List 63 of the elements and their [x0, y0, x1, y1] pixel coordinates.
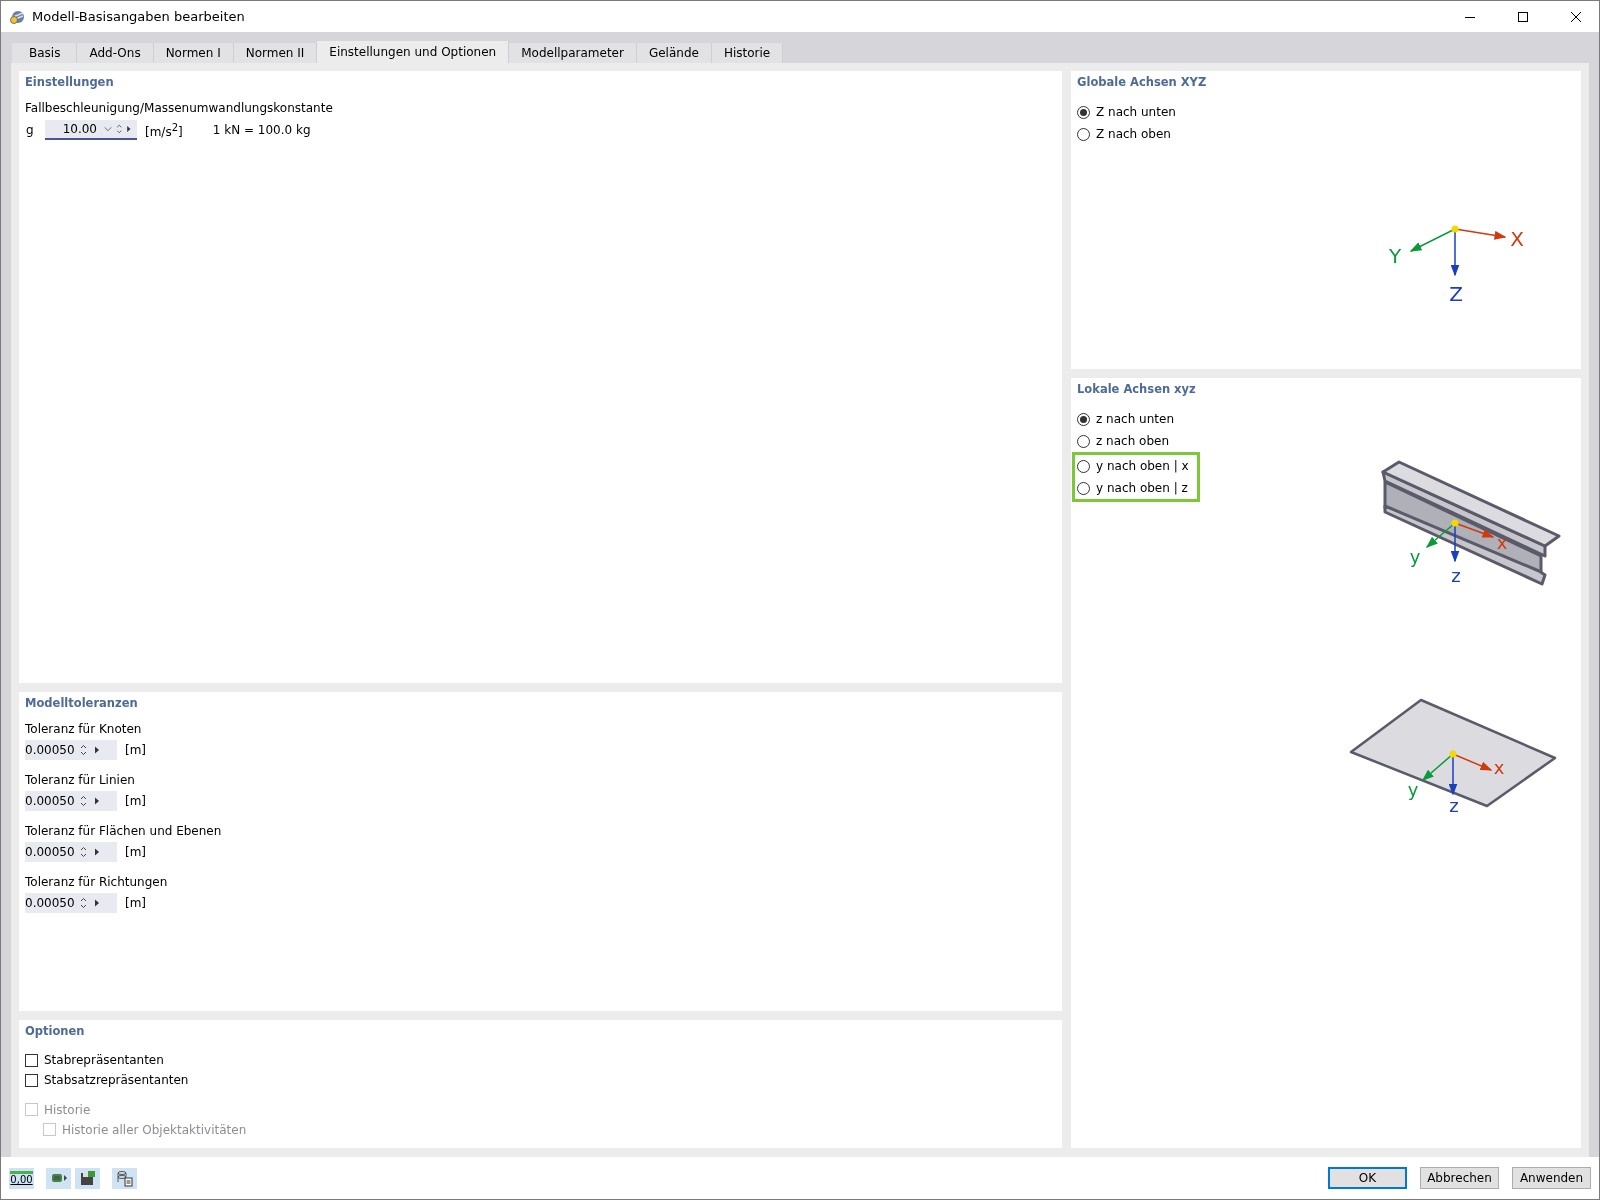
checkbox[interactable]: Stabsatzrepräsentanten — [25, 1070, 189, 1091]
model-button[interactable] — [46, 1167, 71, 1189]
axis-triad-drawing — [1425, 519, 1495, 563]
field-label: Toleranz für Linien — [25, 773, 135, 787]
unit-label: [m] — [125, 794, 147, 808]
tab[interactable]: Einstellungen und Optionen — [317, 41, 510, 63]
section-title: Modelltoleranzen — [25, 696, 138, 710]
unit-label: [m] — [125, 845, 147, 859]
dialog-button[interactable]: Abbrechen — [1420, 1167, 1499, 1189]
checkbox[interactable]: Stabrepräsentanten — [25, 1050, 164, 1071]
maximize-icon — [1518, 11, 1528, 22]
tab[interactable]: Normen II — [233, 43, 318, 63]
tolerance-field[interactable]: 0.00050 — [25, 740, 117, 760]
database-document-icon — [115, 1169, 134, 1187]
section-title: Einstellungen — [25, 75, 114, 89]
field-label: Toleranz für Richtungen — [25, 875, 168, 889]
database-button[interactable] — [112, 1167, 137, 1189]
save-button[interactable] — [75, 1167, 100, 1189]
radio-option[interactable]: Z nach oben — [1077, 123, 1171, 145]
radio-option[interactable]: z nach unten — [1077, 408, 1174, 430]
axis-label: Y — [1388, 244, 1402, 268]
section-title: Optionen — [25, 1024, 85, 1038]
unit-label: [m] — [125, 743, 147, 757]
gravity-field[interactable]: 10.00 — [45, 120, 137, 140]
tab[interactable]: Basis — [12, 43, 78, 63]
axis-label: y — [1409, 546, 1421, 567]
unit-label: [m/s$^{2}$] — [145, 121, 183, 139]
conversion-note: 1 kN = 100.0 kg — [212, 123, 311, 137]
section-title: Globale Achsen XYZ — [1077, 75, 1207, 89]
axis-label: x — [1496, 532, 1508, 553]
tab[interactable]: Modellparameter — [509, 43, 637, 63]
axis-label: y — [1407, 779, 1419, 800]
radio-option[interactable]: y nach oben | x — [1077, 455, 1189, 477]
tolerance-field[interactable]: 0.00050 — [25, 893, 117, 913]
unit-label: [m] — [125, 896, 147, 910]
axis-label: z — [1449, 795, 1459, 816]
field-label: Fallbeschleunigung/Massenumwandlungskonstante — [25, 101, 333, 115]
tab[interactable]: Gelände — [636, 43, 712, 63]
dialog-button[interactable]: OK — [1328, 1167, 1407, 1189]
tab[interactable]: Historie — [711, 43, 784, 63]
save-icon — [78, 1169, 97, 1187]
radio-option[interactable]: z nach oben — [1077, 430, 1170, 452]
axis-label: X — [1510, 227, 1524, 251]
tab[interactable]: Add-Ons — [77, 43, 154, 63]
dropdown-spinner-icon — [103, 123, 133, 135]
tolerance-field[interactable]: 0.00050 — [25, 842, 117, 862]
section-title: Lokale Achsen xyz — [1077, 382, 1196, 396]
decimals-button[interactable]: 0,00 — [9, 1167, 34, 1189]
dialog-button[interactable]: Anwenden — [1512, 1167, 1591, 1189]
tolerance-field[interactable]: 0.00050 — [25, 791, 117, 811]
close-icon — [1571, 11, 1581, 22]
field-label: Toleranz für Flächen und Ebenen — [25, 824, 222, 838]
tab[interactable]: Normen I — [153, 43, 234, 63]
symbol-label: g — [25, 123, 35, 137]
radio-option[interactable]: y nach oben | z — [1077, 477, 1188, 499]
axis-label: z — [1451, 565, 1461, 586]
axis-triad-drawing — [1421, 750, 1493, 796]
axis-label: x — [1493, 757, 1505, 778]
window-title: Modell-Basisangaben bearbeiten — [32, 9, 246, 24]
radio-option[interactable]: Z nach unten — [1077, 101, 1176, 123]
axis-label: Z — [1449, 282, 1463, 306]
field-label: Toleranz für Knoten — [25, 722, 142, 736]
app-icon — [9, 8, 25, 25]
